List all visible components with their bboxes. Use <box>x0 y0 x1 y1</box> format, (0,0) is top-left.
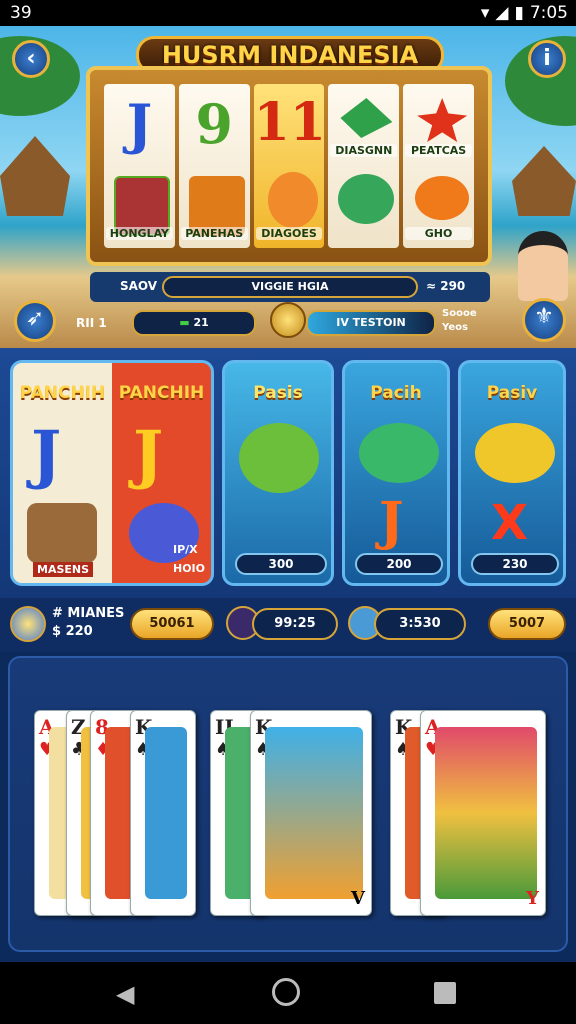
panel-3-value: 300 <box>235 553 327 575</box>
symbol-nine: 9 <box>195 92 233 156</box>
bet-row-label-2: $ 220 <box>52 624 93 639</box>
bet-row-label-1: # MIANES <box>52 606 125 621</box>
info-icon: i <box>543 46 551 71</box>
trident-icon: ⚜ <box>534 304 554 329</box>
bet-label: RII 1 <box>76 316 107 330</box>
meter-bar: IV TESTOIN <box>306 310 436 336</box>
reel-1: J HONGLAY <box>104 84 175 248</box>
reel-2: 9 PANEHAS <box>178 84 250 248</box>
reel-frame: J HONGLAY 9 PANEHAS 11 DIAGOES DIASGNN P… <box>86 66 492 266</box>
status-left-text: 39 <box>10 3 32 23</box>
panel-5-value: 230 <box>471 553 559 575</box>
card-6-art <box>265 727 363 899</box>
green-fish <box>239 423 319 493</box>
symbol-j-orange: J <box>379 491 404 552</box>
wifi-icon: ▾ <box>480 3 490 23</box>
recents-square-icon[interactable] <box>434 982 456 1004</box>
home-circle-icon[interactable] <box>272 978 300 1006</box>
back-button[interactable]: ‹ <box>12 40 50 78</box>
side-text-2: Yeos <box>442 322 468 333</box>
panel-1-label: MASENS <box>33 562 94 577</box>
meter-label: IV TESTOIN <box>336 316 406 329</box>
panel-pasis[interactable]: Pasis 300 <box>222 360 334 586</box>
panel-pasiv[interactable]: Pasiv X 230 <box>458 360 566 586</box>
bet-button-4[interactable]: 5007 <box>488 608 566 640</box>
reel-5-label: GHO <box>405 227 472 240</box>
panel-2-title: PANCHIH <box>118 383 205 403</box>
battery-icon: ▮ <box>514 3 524 23</box>
reel-3: 11 DIAGOES <box>253 84 325 248</box>
symbol-j-gold: J <box>133 417 164 492</box>
card-6-bottom-rank: V <box>351 888 365 909</box>
panel-5-title: Pasiv <box>486 383 538 403</box>
symbol-star <box>417 98 468 142</box>
settings-button[interactable]: ⚜ <box>522 298 566 342</box>
symbol-j: J <box>126 92 153 156</box>
panel-2-sub: IP/X <box>173 543 198 556</box>
status-bar: 39 ▾ ◢ ▮ 7:05 <box>0 0 576 26</box>
info-center-label: VIGGIE HGIA <box>251 280 329 293</box>
info-right-value: ≈ 290 <box>426 279 466 293</box>
panel-4-value: 200 <box>355 553 443 575</box>
back-arrow-icon: ‹ <box>26 46 36 71</box>
symbol-x: X <box>491 495 529 551</box>
bet-button-3[interactable]: 3:530 <box>374 608 466 640</box>
bet-button-1[interactable]: 50061 <box>130 608 214 640</box>
reel-5-top-label: PEATCAS <box>405 144 472 157</box>
signal-icon: ◢ <box>495 3 509 23</box>
bet-value-pill[interactable]: ▬ 21 <box>132 310 256 336</box>
panel-pacih[interactable]: Pacih J 200 <box>342 360 450 586</box>
hut-right <box>512 146 576 216</box>
card-8[interactable]: A ♥ Y <box>420 710 546 916</box>
info-center-pill: VIGGIE HGIA <box>162 276 418 298</box>
side-text-1: Soooe <box>442 308 477 319</box>
character-avatar <box>518 231 568 301</box>
android-nav-bar: ◀ <box>0 962 576 1024</box>
status-right: ▾ ◢ ▮ 7:05 <box>481 3 568 23</box>
bet-value: 21 <box>193 316 209 329</box>
menu-button[interactable]: ➶ <box>14 300 56 342</box>
coin-icon <box>270 302 306 338</box>
card-8-art <box>435 727 537 899</box>
cash-icon: ▬ <box>179 316 194 329</box>
card-8-bottom-rank: Y <box>526 888 539 909</box>
reel-4: DIASGNN <box>328 84 400 248</box>
panel-1-title: PANCHIH <box>19 383 106 403</box>
symbol-leaf <box>340 98 393 138</box>
symbol-monkey <box>267 172 318 228</box>
info-bar: SAOV VIGGIE HGIA ≈ 290 <box>90 272 490 302</box>
symbol-orange-fish <box>415 176 470 220</box>
symbol-eleven: 11 <box>253 92 325 153</box>
reel-1-label: HONGLAY <box>106 227 173 240</box>
reel-2-label: PANEHAS <box>180 227 248 240</box>
card-6[interactable]: K ♠ V <box>250 710 372 916</box>
hut-left <box>0 136 70 216</box>
back-triangle-icon[interactable]: ◀ <box>116 980 134 1008</box>
reel-5: PEATCAS GHO <box>403 84 474 248</box>
reel-3-label: DIAGOES <box>255 227 323 240</box>
green-fish-2 <box>359 423 439 483</box>
panel-3-title: Pasis <box>253 383 303 403</box>
reel-4-top-label: DIASGNN <box>330 144 398 157</box>
panel-2-label: HOIO <box>173 562 206 575</box>
card-4-art <box>145 727 187 899</box>
status-time: 7:05 <box>529 3 568 23</box>
card-4[interactable]: K ♠ <box>130 710 196 916</box>
info-left-label: SAOV <box>120 279 158 293</box>
panel-4-title: Pacih <box>370 383 422 403</box>
bet-button-2[interactable]: 99:25 <box>252 608 338 640</box>
info-button[interactable]: i <box>528 40 566 78</box>
yellow-fish <box>475 423 555 483</box>
card-table: A ♥ Z ♣ 8 ♦ K ♠ II ♠ K ♠ V K ♠ A ♥ Y <box>8 656 568 952</box>
symbol-green-fish <box>338 174 395 224</box>
treasure-barrel <box>27 503 97 563</box>
symbol-j-blue: J <box>31 417 62 492</box>
globe-icon <box>10 606 46 642</box>
panel-panchih[interactable]: PANCHIH PANCHIH J J MASENS IP/X HOIO <box>10 360 214 586</box>
wing-icon: ➶ <box>25 306 45 331</box>
